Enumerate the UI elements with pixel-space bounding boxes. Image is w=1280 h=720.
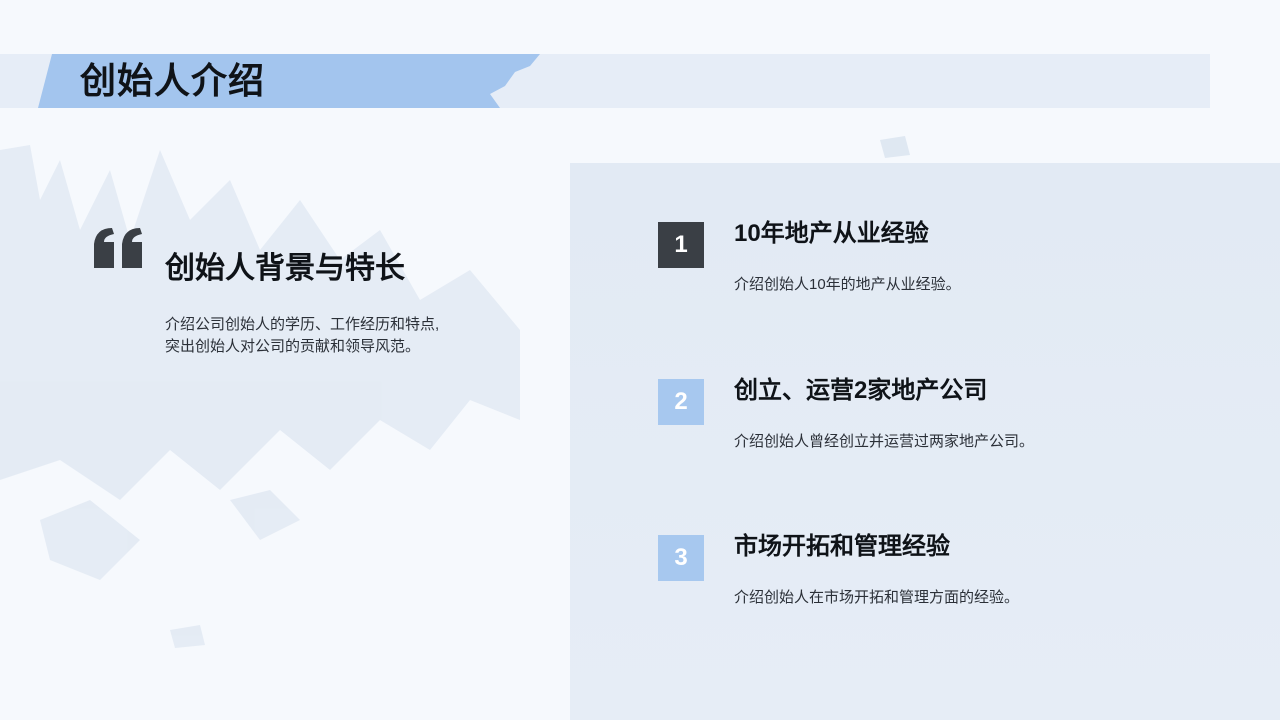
item-number-badge: 3: [658, 535, 704, 581]
item-description: 介绍创始人在市场开拓和管理方面的经验。: [734, 589, 1020, 606]
list-item: 1 10年地产从业经验 介绍创始人10年的地产从业经验。: [658, 220, 1218, 312]
intro-description: 介绍公司创始人的学历、工作经历和特点, 突出创始人对公司的贡献和领导风范。: [165, 314, 485, 358]
intro-heading: 创始人背景与特长: [165, 252, 405, 285]
quote-icon: [94, 228, 142, 268]
list-item: 2 创立、运营2家地产公司 介绍创始人曾经创立并运营过两家地产公司。: [658, 377, 1218, 469]
item-title: 创立、运营2家地产公司: [734, 377, 988, 404]
item-title: 10年地产从业经验: [734, 220, 929, 247]
list-item: 3 市场开拓和管理经验 介绍创始人在市场开拓和管理方面的经验。: [658, 533, 1218, 625]
page-title: 创始人介绍: [80, 60, 266, 101]
item-number-badge: 1: [658, 222, 704, 268]
intro-description-line2: 突出创始人对公司的贡献和领导风范。: [165, 338, 421, 355]
intro-description-line1: 介绍公司创始人的学历、工作经历和特点,: [165, 316, 440, 333]
item-description: 介绍创始人曾经创立并运营过两家地产公司。: [734, 433, 1035, 450]
item-number-badge: 2: [658, 379, 704, 425]
item-description: 介绍创始人10年的地产从业经验。: [734, 276, 961, 293]
item-title: 市场开拓和管理经验: [734, 533, 950, 560]
